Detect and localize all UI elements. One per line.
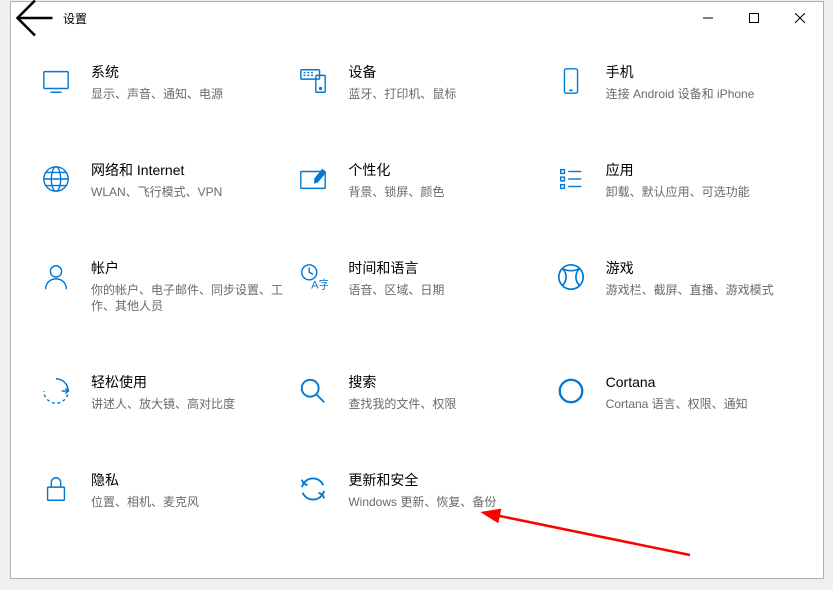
network-icon (39, 162, 73, 196)
personalization-icon (296, 162, 330, 196)
search-icon (296, 374, 330, 408)
tile-label: 个性化 (348, 160, 543, 180)
tile-label: 系统 (91, 62, 286, 82)
tile-time-language[interactable]: A字 时间和语言 语音、区域、日期 (296, 258, 553, 314)
tile-ease-of-access[interactable]: 轻松使用 讲述人、放大镜、高对比度 (39, 372, 296, 412)
devices-icon (296, 64, 330, 98)
tile-phone[interactable]: 手机 连接 Android 设备和 iPhone (554, 62, 811, 102)
tile-desc: 语音、区域、日期 (348, 282, 543, 298)
tile-accounts[interactable]: 帐户 你的帐户、电子邮件、同步设置、工作、其他人员 (39, 258, 296, 314)
tile-label: 帐户 (91, 258, 286, 278)
tile-desc: 游戏栏、截屏、直播、游戏模式 (606, 282, 801, 298)
tile-label: Cortana (606, 372, 801, 392)
back-button[interactable] (15, 2, 55, 34)
window-title: 设置 (63, 10, 87, 27)
close-button[interactable] (777, 2, 823, 34)
tile-desc: 你的帐户、电子邮件、同步设置、工作、其他人员 (91, 282, 286, 314)
tile-desc: Cortana 语言、权限、通知 (606, 396, 801, 412)
apps-icon (554, 162, 588, 196)
tile-label: 更新和安全 (348, 470, 543, 490)
tile-label: 网络和 Internet (91, 160, 286, 180)
tile-label: 游戏 (606, 258, 801, 278)
content-area: 系统 显示、声音、通知、电源 设备 蓝牙、打印机、鼠标 (11, 34, 823, 578)
tile-privacy[interactable]: 隐私 位置、相机、麦克风 (39, 470, 296, 510)
accounts-icon (39, 260, 73, 294)
tile-cortana[interactable]: Cortana Cortana 语言、权限、通知 (554, 372, 811, 412)
tile-desc: WLAN、飞行模式、VPN (91, 184, 286, 200)
cortana-icon (554, 374, 588, 408)
phone-icon (554, 64, 588, 98)
tile-label: 设备 (348, 62, 543, 82)
privacy-icon (39, 472, 73, 506)
tile-label: 手机 (606, 62, 801, 82)
minimize-button[interactable] (685, 2, 731, 34)
tile-desc: 位置、相机、麦克风 (91, 494, 286, 510)
tile-devices[interactable]: 设备 蓝牙、打印机、鼠标 (296, 62, 553, 102)
settings-grid: 系统 显示、声音、通知、电源 设备 蓝牙、打印机、鼠标 (39, 62, 811, 510)
tile-system[interactable]: 系统 显示、声音、通知、电源 (39, 62, 296, 102)
tile-desc: 背景、锁屏、颜色 (348, 184, 543, 200)
update-security-icon (296, 472, 330, 506)
tile-label: 搜索 (348, 372, 543, 392)
tile-desc: 讲述人、放大镜、高对比度 (91, 396, 286, 412)
tile-label: 时间和语言 (348, 258, 543, 278)
tile-apps[interactable]: 应用 卸载、默认应用、可选功能 (554, 160, 811, 200)
tile-label: 应用 (606, 160, 801, 180)
tile-update-security[interactable]: 更新和安全 Windows 更新、恢复、备份 (296, 470, 553, 510)
tile-desc: 连接 Android 设备和 iPhone (606, 86, 801, 102)
tile-desc: Windows 更新、恢复、备份 (348, 494, 543, 510)
tile-desc: 蓝牙、打印机、鼠标 (348, 86, 543, 102)
system-icon (39, 64, 73, 98)
tile-desc: 卸载、默认应用、可选功能 (606, 184, 801, 200)
tile-label: 隐私 (91, 470, 286, 490)
ease-of-access-icon (39, 374, 73, 408)
gaming-icon (554, 260, 588, 294)
tile-label: 轻松使用 (91, 372, 286, 392)
tile-search[interactable]: 搜索 查找我的文件、权限 (296, 372, 553, 412)
tile-network[interactable]: 网络和 Internet WLAN、飞行模式、VPN (39, 160, 296, 200)
svg-text:A字: A字 (311, 277, 328, 291)
tile-personalization[interactable]: 个性化 背景、锁屏、颜色 (296, 160, 553, 200)
time-language-icon: A字 (296, 260, 330, 294)
titlebar: 设置 (11, 2, 823, 34)
maximize-button[interactable] (731, 2, 777, 34)
settings-window: 设置 系统 显示、声音、通知、电源 (10, 1, 824, 579)
tile-desc: 查找我的文件、权限 (348, 396, 543, 412)
tile-desc: 显示、声音、通知、电源 (91, 86, 286, 102)
tile-gaming[interactable]: 游戏 游戏栏、截屏、直播、游戏模式 (554, 258, 811, 314)
